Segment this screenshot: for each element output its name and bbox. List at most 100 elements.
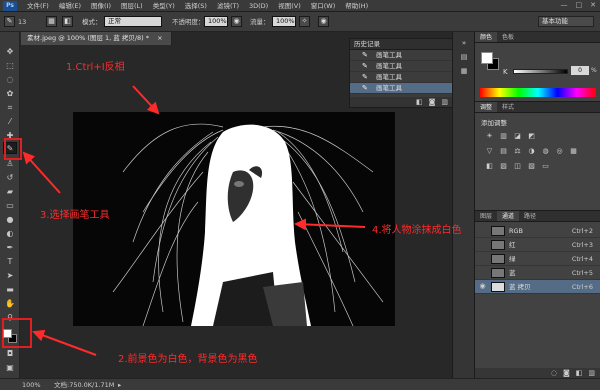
flow-field[interactable]: 100% <box>272 16 296 27</box>
dodge-tool-icon[interactable]: ◐ <box>3 228 17 240</box>
foreground-color-swatch[interactable] <box>3 329 12 338</box>
exposure-icon[interactable]: ◩ <box>527 132 536 141</box>
trash-icon[interactable]: ▥ <box>441 97 448 107</box>
document-tab-close-icon[interactable]: × <box>157 34 162 42</box>
tab-swatches[interactable]: 色板 <box>497 32 519 42</box>
image-canvas[interactable] <box>73 112 395 326</box>
brush-panel-icon[interactable]: ▦ <box>46 16 57 27</box>
menu-type[interactable]: 类型(Y) <box>148 0 180 12</box>
path-select-tool-icon[interactable]: ➤ <box>3 270 17 282</box>
color-balance-icon[interactable]: ⚖ <box>513 147 522 156</box>
history-item[interactable]: ✎ 画笔工具 <box>350 72 454 83</box>
gradient-map-icon[interactable]: ▭ <box>541 162 550 171</box>
menu-file[interactable]: 文件(F) <box>22 0 54 12</box>
visibility-eye-icon[interactable]: ◉ <box>478 282 487 291</box>
quick-select-tool-icon[interactable]: ✿ <box>3 88 17 100</box>
properties-panel-icon[interactable]: ▦ <box>458 66 470 76</box>
selective-color-icon[interactable]: ▧ <box>527 162 536 171</box>
load-selection-icon[interactable]: ◌ <box>551 368 557 378</box>
curves-icon[interactable]: ◪ <box>513 132 522 141</box>
channel-row[interactable]: RGB Ctrl+2 <box>475 224 600 238</box>
history-brush-tool-icon[interactable]: ↺ <box>3 172 17 184</box>
history-item-selected[interactable]: ✎ 画笔工具 <box>350 83 454 94</box>
collapse-panels-icon[interactable]: » <box>458 38 470 48</box>
move-tool-icon[interactable]: ✥ <box>3 46 17 58</box>
airbrush-icon[interactable]: ✧ <box>299 16 310 27</box>
history-panel-icon[interactable]: ▤ <box>458 52 470 62</box>
tab-styles[interactable]: 样式 <box>497 102 519 112</box>
menu-select[interactable]: 选择(S) <box>180 0 212 12</box>
pen-tool-icon[interactable]: ✒ <box>3 242 17 254</box>
workspace-select[interactable]: 基本功能 <box>538 16 594 27</box>
shape-tool-icon[interactable]: ▬ <box>3 284 17 296</box>
black-white-icon[interactable]: ◑ <box>527 147 536 156</box>
visibility-eye-icon[interactable] <box>478 240 487 249</box>
close-icon[interactable]: ✕ <box>590 1 596 9</box>
type-tool-icon[interactable]: T <box>3 256 17 268</box>
tab-paths[interactable]: 路径 <box>519 211 541 221</box>
snapshot-camera-icon[interactable]: ◙ <box>429 97 436 107</box>
document-tab[interactable]: 素材.jpeg @ 100% (图层 1, 蓝 拷贝/8) * × <box>21 32 172 45</box>
tab-color[interactable]: 颜色 <box>475 32 498 42</box>
status-menu-arrow-icon[interactable]: ▸ <box>118 379 121 390</box>
color-lookup-icon[interactable]: ▦ <box>569 147 578 156</box>
trash-icon[interactable]: ▥ <box>588 368 595 378</box>
channel-row[interactable]: 红 Ctrl+3 <box>475 238 600 252</box>
menu-3d[interactable]: 3D(D) <box>244 0 273 12</box>
marquee-tool-icon[interactable]: ⬚ <box>3 60 17 72</box>
quick-mask-icon[interactable]: ◘ <box>3 348 17 360</box>
menu-edit[interactable]: 编辑(E) <box>54 0 86 12</box>
maximize-icon[interactable]: □ <box>576 1 583 9</box>
menu-view[interactable]: 视图(V) <box>273 0 306 12</box>
photo-filter-icon[interactable]: ◍ <box>541 147 550 156</box>
menu-layer[interactable]: 图层(L) <box>116 0 148 12</box>
history-item[interactable]: ✎ 画笔工具 <box>350 61 454 72</box>
brush-preset-icon[interactable]: ✎ <box>4 16 15 27</box>
new-document-from-state-icon[interactable]: ◧ <box>416 97 423 107</box>
visibility-eye-icon[interactable] <box>478 226 487 235</box>
tab-channels[interactable]: 通道 <box>497 211 520 221</box>
panel-foreground-color[interactable] <box>481 52 493 64</box>
color-spectrum[interactable] <box>480 88 596 97</box>
crop-tool-icon[interactable]: ⌗ <box>3 102 17 114</box>
hand-tool-icon[interactable]: ✋ <box>3 298 17 310</box>
tab-layers[interactable]: 图层 <box>475 211 497 221</box>
history-item[interactable]: ✎ 画笔工具 <box>350 50 454 61</box>
menu-window[interactable]: 窗口(W) <box>306 0 341 12</box>
tab-adjustments[interactable]: 调整 <box>475 102 498 112</box>
brush-toggle-icon[interactable]: ◧ <box>62 16 73 27</box>
channel-row-selected[interactable]: ◉ 蓝 拷贝 Ctrl+6 <box>475 280 600 294</box>
lasso-tool-icon[interactable]: ◌ <box>3 74 17 86</box>
hue-saturation-icon[interactable]: ▤ <box>499 147 508 156</box>
k-channel-value[interactable]: 0 <box>571 66 589 75</box>
minimize-icon[interactable]: — <box>561 1 568 9</box>
channel-row[interactable]: 绿 Ctrl+4 <box>475 252 600 266</box>
gradient-tool-icon[interactable]: ▭ <box>3 200 17 212</box>
save-selection-icon[interactable]: ◙ <box>563 368 570 378</box>
vibrance-icon[interactable]: ▽ <box>485 147 494 156</box>
channel-mixer-icon[interactable]: ◎ <box>555 147 564 156</box>
eyedropper-tool-icon[interactable]: ⁄ <box>3 116 17 128</box>
eraser-tool-icon[interactable]: ▰ <box>3 186 17 198</box>
posterize-icon[interactable]: ▨ <box>499 162 508 171</box>
brush-size-value[interactable]: 13 <box>18 17 26 27</box>
menu-filter[interactable]: 滤镜(T) <box>212 0 244 12</box>
k-channel-slider[interactable] <box>513 69 568 74</box>
visibility-eye-icon[interactable] <box>478 254 487 263</box>
screen-mode-icon[interactable]: ▣ <box>3 362 17 374</box>
new-channel-icon[interactable]: ◧ <box>576 368 583 378</box>
visibility-eye-icon[interactable] <box>478 268 487 277</box>
opacity-field[interactable]: 100% <box>204 16 228 27</box>
pressure-opacity-icon[interactable]: ◉ <box>231 16 242 27</box>
mode-select[interactable]: 正常 <box>104 16 162 27</box>
menu-image[interactable]: 图像(I) <box>86 0 116 12</box>
pressure-size-icon[interactable]: ◉ <box>318 16 329 27</box>
menu-help[interactable]: 帮助(H) <box>340 0 373 12</box>
blur-tool-icon[interactable]: ● <box>3 214 17 226</box>
channel-row[interactable]: 蓝 Ctrl+5 <box>475 266 600 280</box>
zoom-level[interactable]: 100% <box>22 379 41 390</box>
brightness-contrast-icon[interactable]: ☀ <box>485 132 494 141</box>
levels-icon[interactable]: ▥ <box>499 132 508 141</box>
invert-icon[interactable]: ◧ <box>485 162 494 171</box>
threshold-icon[interactable]: ◫ <box>513 162 522 171</box>
